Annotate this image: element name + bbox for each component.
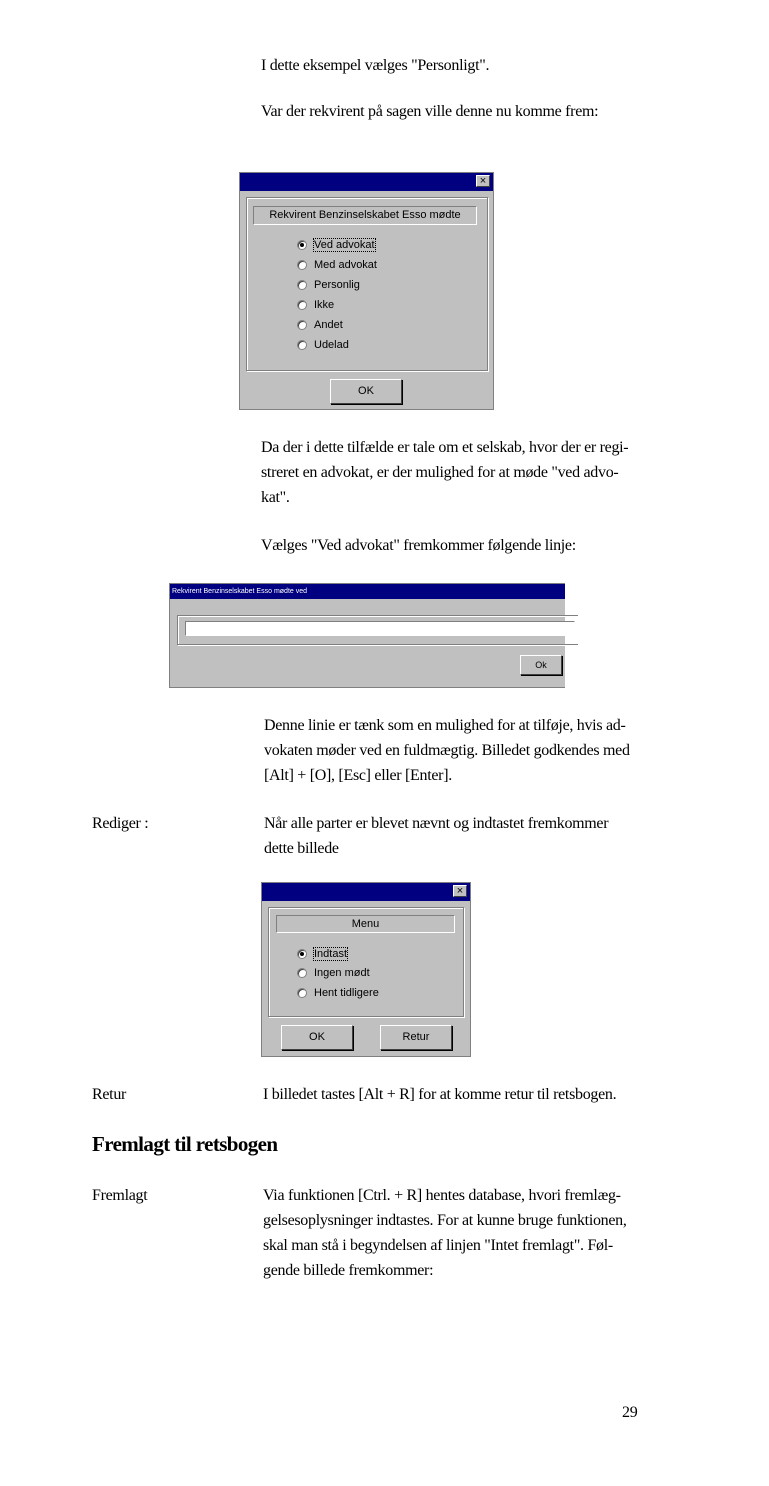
- body-text: Når alle parter er blevet nævnt og indta…: [264, 811, 609, 861]
- body-text: Denne linie er tænk som en mulighed for …: [264, 713, 630, 788]
- menu-dialog: × Menu Indtast Ingen mødt Hent tidligere…: [261, 882, 471, 1057]
- modte-ved-dialog: Rekvirent Benzinselskabet Esso mødte ved…: [169, 583, 578, 688]
- intro-text: I dette eksempel vælges "Personligt".: [261, 57, 490, 74]
- close-icon[interactable]: ×: [453, 885, 467, 897]
- radio-selected-icon: [297, 949, 307, 959]
- radio-label: Personlig: [314, 279, 360, 291]
- radio-icon: [297, 300, 307, 310]
- body-text: Da der i dette tilfælde er tale om et se…: [261, 435, 629, 510]
- radio-ikke[interactable]: Ikke: [297, 297, 334, 313]
- intro-text-2: Var der rekvirent på sagen ville denne n…: [261, 103, 599, 120]
- body-text: I billedet tastes [Alt + R] for at komme…: [263, 1086, 617, 1103]
- radio-icon: [297, 988, 307, 998]
- text-line: kat".: [261, 489, 290, 506]
- side-label-rediger: Rediger :: [92, 815, 149, 832]
- text-line: dette billede: [264, 840, 339, 857]
- text-line: Denne linie er tænk som en mulighed for …: [264, 717, 626, 734]
- radio-selected-icon: [297, 240, 307, 250]
- radio-label: Indtast: [312, 947, 349, 961]
- radio-label: Udelad: [314, 339, 349, 351]
- body-text: Vælges "Ved advokat" fremkommer følgende…: [261, 537, 576, 554]
- radio-med-advokat[interactable]: Med advokat: [297, 257, 377, 273]
- side-label-retur: Retur: [92, 1086, 127, 1103]
- ok-button[interactable]: OK: [281, 1025, 353, 1050]
- text-line: [Alt] + [O], [Esc] eller [Enter].: [264, 767, 452, 784]
- dialog-header: Menu: [276, 915, 455, 933]
- radio-udelad[interactable]: Udelad: [297, 337, 349, 353]
- text-line: streret en advokat, er der mulighed for …: [261, 464, 619, 481]
- ok-button[interactable]: Ok: [520, 655, 562, 675]
- dialog-titlebar: ×: [240, 173, 493, 191]
- text-line: gende billede fremkommer:: [263, 1262, 434, 1279]
- dialog-titlebar: Rekvirent Benzinselskabet Esso mødte ved: [170, 584, 565, 599]
- radio-label: Hent tidligere: [314, 987, 379, 999]
- text-line: vokaten møder ved en fuldmægtig. Billede…: [264, 742, 630, 759]
- text-line: gelsesoplysninger indtastes. For at kunn…: [263, 1212, 627, 1229]
- radio-hent-tidligere[interactable]: Hent tidligere: [297, 985, 379, 1001]
- ok-button[interactable]: OK: [330, 379, 402, 404]
- retur-button[interactable]: Retur: [380, 1025, 452, 1050]
- radio-icon: [297, 968, 307, 978]
- radio-label: Med advokat: [314, 259, 377, 271]
- dialog-header: Rekvirent Benzinselskabet Esso mødte: [253, 206, 477, 225]
- radio-label: Ikke: [314, 299, 335, 311]
- radio-icon: [297, 340, 307, 350]
- section-heading: Fremlagt til retsbogen: [92, 1132, 278, 1156]
- text-line: Via funktionen [Ctrl. + R] hentes databa…: [263, 1187, 621, 1204]
- radio-ved-advokat[interactable]: Ved advokat: [297, 237, 376, 253]
- rekvirent-dialog: × Rekvirent Benzinselskabet Esso mødte V…: [239, 172, 494, 410]
- radio-label: Ved advokat: [313, 238, 376, 252]
- text-line: Når alle parter er blevet nævnt og indta…: [264, 815, 609, 832]
- radio-andet[interactable]: Andet: [297, 317, 343, 333]
- close-icon[interactable]: ×: [476, 175, 490, 187]
- radio-icon: [297, 280, 307, 290]
- radio-icon: [297, 320, 307, 330]
- radio-icon: [297, 260, 307, 270]
- radio-label: Ingen mødt: [314, 967, 370, 979]
- text-line: Da der i dette tilfælde er tale om et se…: [261, 439, 629, 456]
- side-label-fremlagt: Fremlagt: [92, 1187, 148, 1204]
- radio-indtast[interactable]: Indtast: [297, 946, 349, 962]
- page-number: 29: [622, 1404, 638, 1421]
- dialog-titlebar: ×: [262, 883, 470, 901]
- radio-ingen-modt[interactable]: Ingen mødt: [297, 965, 370, 981]
- body-text: Via funktionen [Ctrl. + R] hentes databa…: [263, 1183, 627, 1283]
- radio-label: Andet: [314, 319, 343, 331]
- radio-personlig[interactable]: Personlig: [297, 277, 360, 293]
- text-line: skal man stå i begyndelsen af linjen "In…: [263, 1237, 613, 1254]
- modte-ved-input[interactable]: [185, 621, 575, 636]
